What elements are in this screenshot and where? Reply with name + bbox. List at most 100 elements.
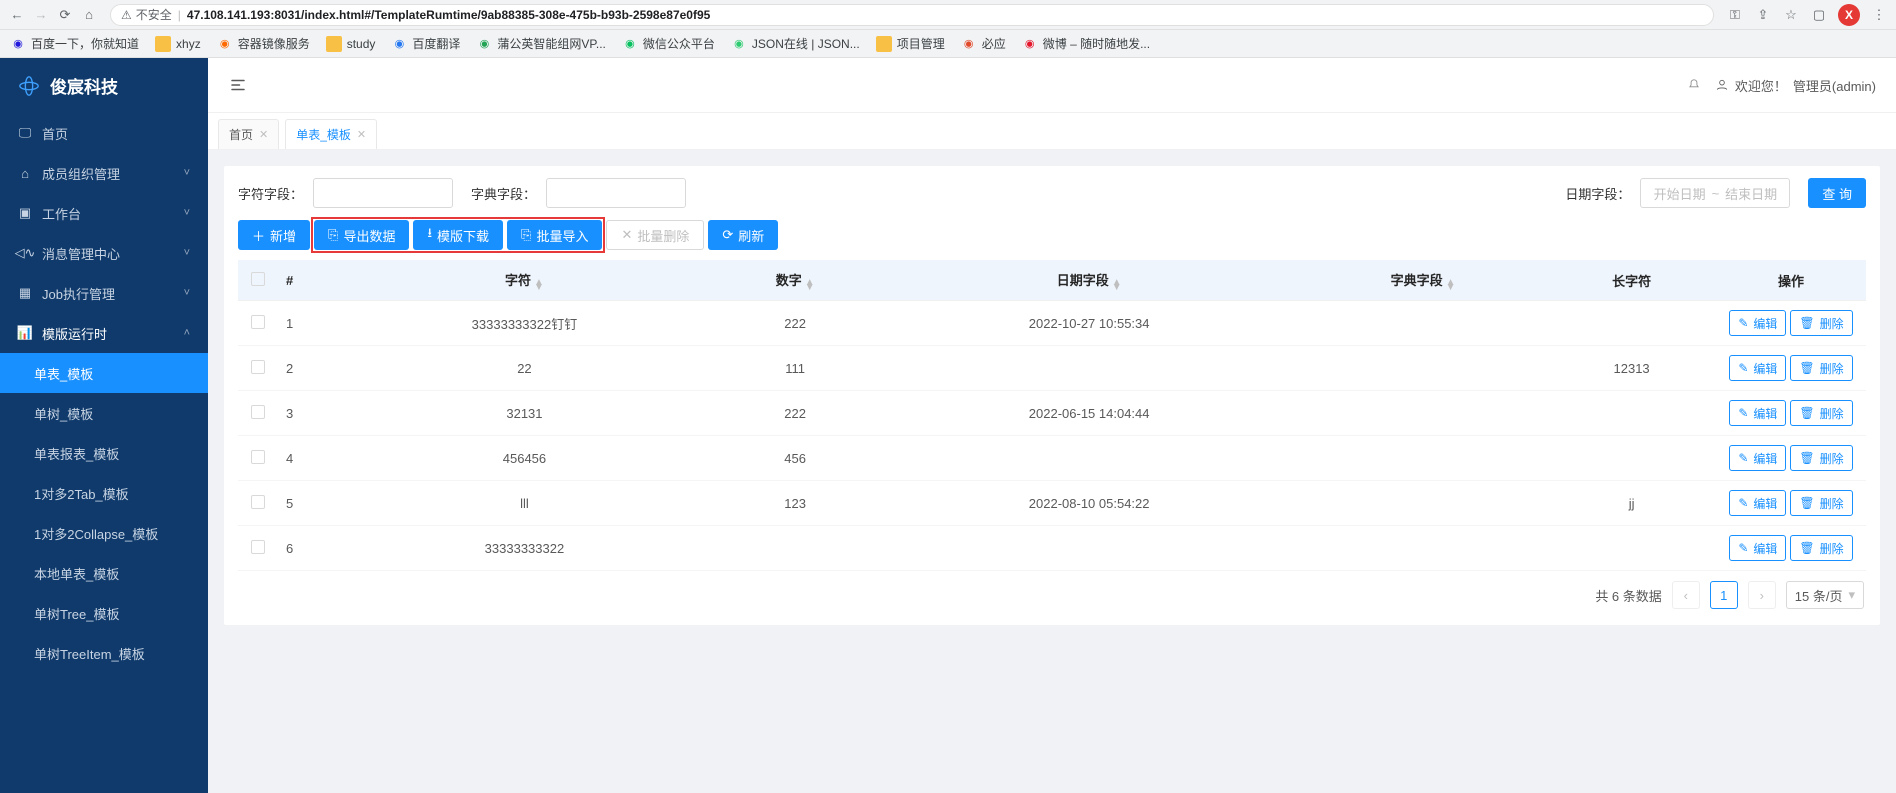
bookmark-item[interactable]: ◉微博 – 随时随地发...: [1018, 32, 1154, 55]
nav-home-icon[interactable]: ⌂: [80, 6, 98, 24]
delete-button[interactable]: 🗑删除: [1790, 400, 1852, 426]
cell-long: [1547, 436, 1716, 481]
sidebar-subitem[interactable]: 本地单表_模板: [0, 553, 208, 593]
sidebar-subitem[interactable]: 1对多2Tab_模板: [0, 473, 208, 513]
plus-icon: ＋: [252, 226, 265, 245]
cell-date: [879, 526, 1298, 571]
row-checkbox[interactable]: [251, 495, 265, 509]
delete-button[interactable]: 🗑删除: [1790, 535, 1852, 561]
filter-char-input[interactable]: [313, 178, 453, 208]
profile-avatar[interactable]: X: [1838, 4, 1860, 26]
sidebar-item[interactable]: 🖵首页: [0, 113, 208, 153]
sidebar-subitem[interactable]: 单树_模板: [0, 393, 208, 433]
page-size-select[interactable]: 15 条/页▾: [1786, 581, 1864, 609]
delete-button[interactable]: 🗑删除: [1790, 355, 1852, 381]
bookmark-item[interactable]: xhyz: [151, 33, 205, 55]
sidebar-subitem-label: 单表报表_模板: [34, 444, 119, 463]
edit-button[interactable]: ✎编辑: [1729, 535, 1786, 561]
edit-button[interactable]: ✎编辑: [1729, 400, 1786, 426]
add-button[interactable]: ＋新增: [238, 220, 310, 250]
bookmark-item[interactable]: ◉百度一下，你就知道: [6, 32, 143, 55]
trash-icon: 🗑: [1799, 406, 1814, 420]
sidebar-subitem[interactable]: 单表报表_模板: [0, 433, 208, 473]
query-button[interactable]: 查 询: [1808, 178, 1866, 208]
cell-num: 222: [711, 391, 880, 436]
key-icon[interactable]: ⚿: [1726, 6, 1744, 24]
filter-dict-input[interactable]: [546, 178, 686, 208]
sidebar-item-label: 成员组织管理: [42, 164, 120, 183]
batch-delete-button: ✕批量删除: [606, 220, 704, 250]
bookmark-item[interactable]: ◉微信公众平台: [618, 32, 719, 55]
sidebar-item[interactable]: ▣工作台˅: [0, 193, 208, 233]
nav-reload-icon[interactable]: ⟳: [56, 6, 74, 24]
edit-button[interactable]: ✎编辑: [1729, 445, 1786, 471]
nav-back-icon[interactable]: ←: [8, 6, 26, 24]
sidebar-item[interactable]: ▦Job执行管理˅: [0, 273, 208, 313]
sidebar-subitem[interactable]: 单表_模板: [0, 353, 208, 393]
folder-icon: [155, 36, 171, 52]
cell-date: 2022-06-15 14:04:44: [879, 391, 1298, 436]
brand[interactable]: 俊宸科技: [0, 58, 208, 113]
close-icon[interactable]: ✕: [259, 128, 268, 141]
sidebar-subitem[interactable]: 1对多2Collapse_模板: [0, 513, 208, 553]
col-dict[interactable]: 字典字段▲▼: [1299, 260, 1547, 301]
sidebar-item[interactable]: ⌂成员组织管理˅: [0, 153, 208, 193]
tab[interactable]: 单表_模板 ✕: [285, 119, 377, 149]
chevron-down-icon: ˅: [184, 247, 190, 259]
sidebar-item[interactable]: 📊模版运行时˄: [0, 313, 208, 353]
bookmark-item[interactable]: ◉蒲公英智能组网VP...: [472, 32, 609, 55]
total-label: 共 6 条数据: [1595, 586, 1661, 605]
edit-button[interactable]: ✎编辑: [1729, 355, 1786, 381]
row-checkbox[interactable]: [251, 315, 265, 329]
bookmark-item[interactable]: study: [322, 33, 380, 55]
monitor-icon: 🖵: [18, 126, 32, 140]
col-char[interactable]: 字符▲▼: [338, 260, 711, 301]
nav-forward-icon[interactable]: →: [32, 6, 50, 24]
menu-icon[interactable]: ⋮: [1870, 6, 1888, 24]
bookmark-item[interactable]: ◉JSON在线 | JSON...: [727, 32, 864, 55]
cell-char: lll: [338, 481, 711, 526]
col-date[interactable]: 日期字段▲▼: [879, 260, 1298, 301]
insecure-label: 不安全: [136, 6, 172, 23]
tab[interactable]: 首页✕: [218, 119, 279, 149]
bookmark-item[interactable]: ◉容器镜像服务: [213, 32, 314, 55]
sidebar-item[interactable]: ◁∿消息管理中心˅: [0, 233, 208, 273]
header-checkbox[interactable]: [251, 272, 265, 286]
download-template-button[interactable]: ⭳模版下载: [413, 220, 503, 250]
edit-button[interactable]: ✎编辑: [1729, 490, 1786, 516]
edit-button[interactable]: ✎编辑: [1729, 310, 1786, 336]
cell-char: 32131: [338, 391, 711, 436]
refresh-button[interactable]: ⟳刷新: [708, 220, 778, 250]
trash-icon: 🗑: [1799, 316, 1814, 330]
page-number[interactable]: 1: [1710, 581, 1738, 609]
close-icon[interactable]: ✕: [357, 128, 366, 141]
row-checkbox[interactable]: [251, 540, 265, 554]
row-checkbox[interactable]: [251, 450, 265, 464]
batch-import-button[interactable]: ⎘批量导入: [507, 220, 602, 250]
address-bar[interactable]: ⚠ 不安全 | 47.108.141.193:8031/index.html#/…: [110, 4, 1714, 26]
sidebar-toggle-icon[interactable]: [228, 75, 248, 95]
bookmark-item[interactable]: 项目管理: [872, 32, 949, 55]
bookmark-item[interactable]: ◉百度翻译: [387, 32, 464, 55]
export-button[interactable]: ⎘导出数据: [314, 220, 409, 250]
delete-button[interactable]: 🗑删除: [1790, 445, 1852, 471]
sidebar: 俊宸科技 🖵首页⌂成员组织管理˅▣工作台˅◁∿消息管理中心˅▦Job执行管理˅📊…: [0, 58, 208, 793]
sidebar-subitem[interactable]: 单树Tree_模板: [0, 593, 208, 633]
star-icon[interactable]: ☆: [1782, 6, 1800, 24]
user-welcome[interactable]: 欢迎您！ 管理员(admin): [1715, 76, 1876, 95]
bell-icon[interactable]: [1687, 78, 1701, 92]
sidebar-subitem[interactable]: 单树TreeItem_模板: [0, 633, 208, 673]
table-row: 3 32131 222 2022-06-15 14:04:44 ✎编辑 🗑删除: [238, 391, 1866, 436]
bookmark-item[interactable]: ◉必应: [957, 32, 1010, 55]
filter-date-range[interactable]: 开始日期 ~ 结束日期: [1640, 178, 1790, 208]
row-checkbox[interactable]: [251, 405, 265, 419]
tab-label: 单表_模板: [296, 126, 351, 143]
share-icon[interactable]: ⇪: [1754, 6, 1772, 24]
row-checkbox[interactable]: [251, 360, 265, 374]
delete-button[interactable]: 🗑删除: [1790, 490, 1852, 516]
panel-icon[interactable]: ▢: [1810, 6, 1828, 24]
main: 欢迎您！ 管理员(admin) 首页✕单表_模板✕ 字符字段： 字典字段： 日期…: [208, 58, 1896, 793]
delete-button[interactable]: 🗑删除: [1790, 310, 1852, 336]
col-num[interactable]: 数字▲▼: [711, 260, 880, 301]
col-index[interactable]: #: [278, 260, 338, 301]
